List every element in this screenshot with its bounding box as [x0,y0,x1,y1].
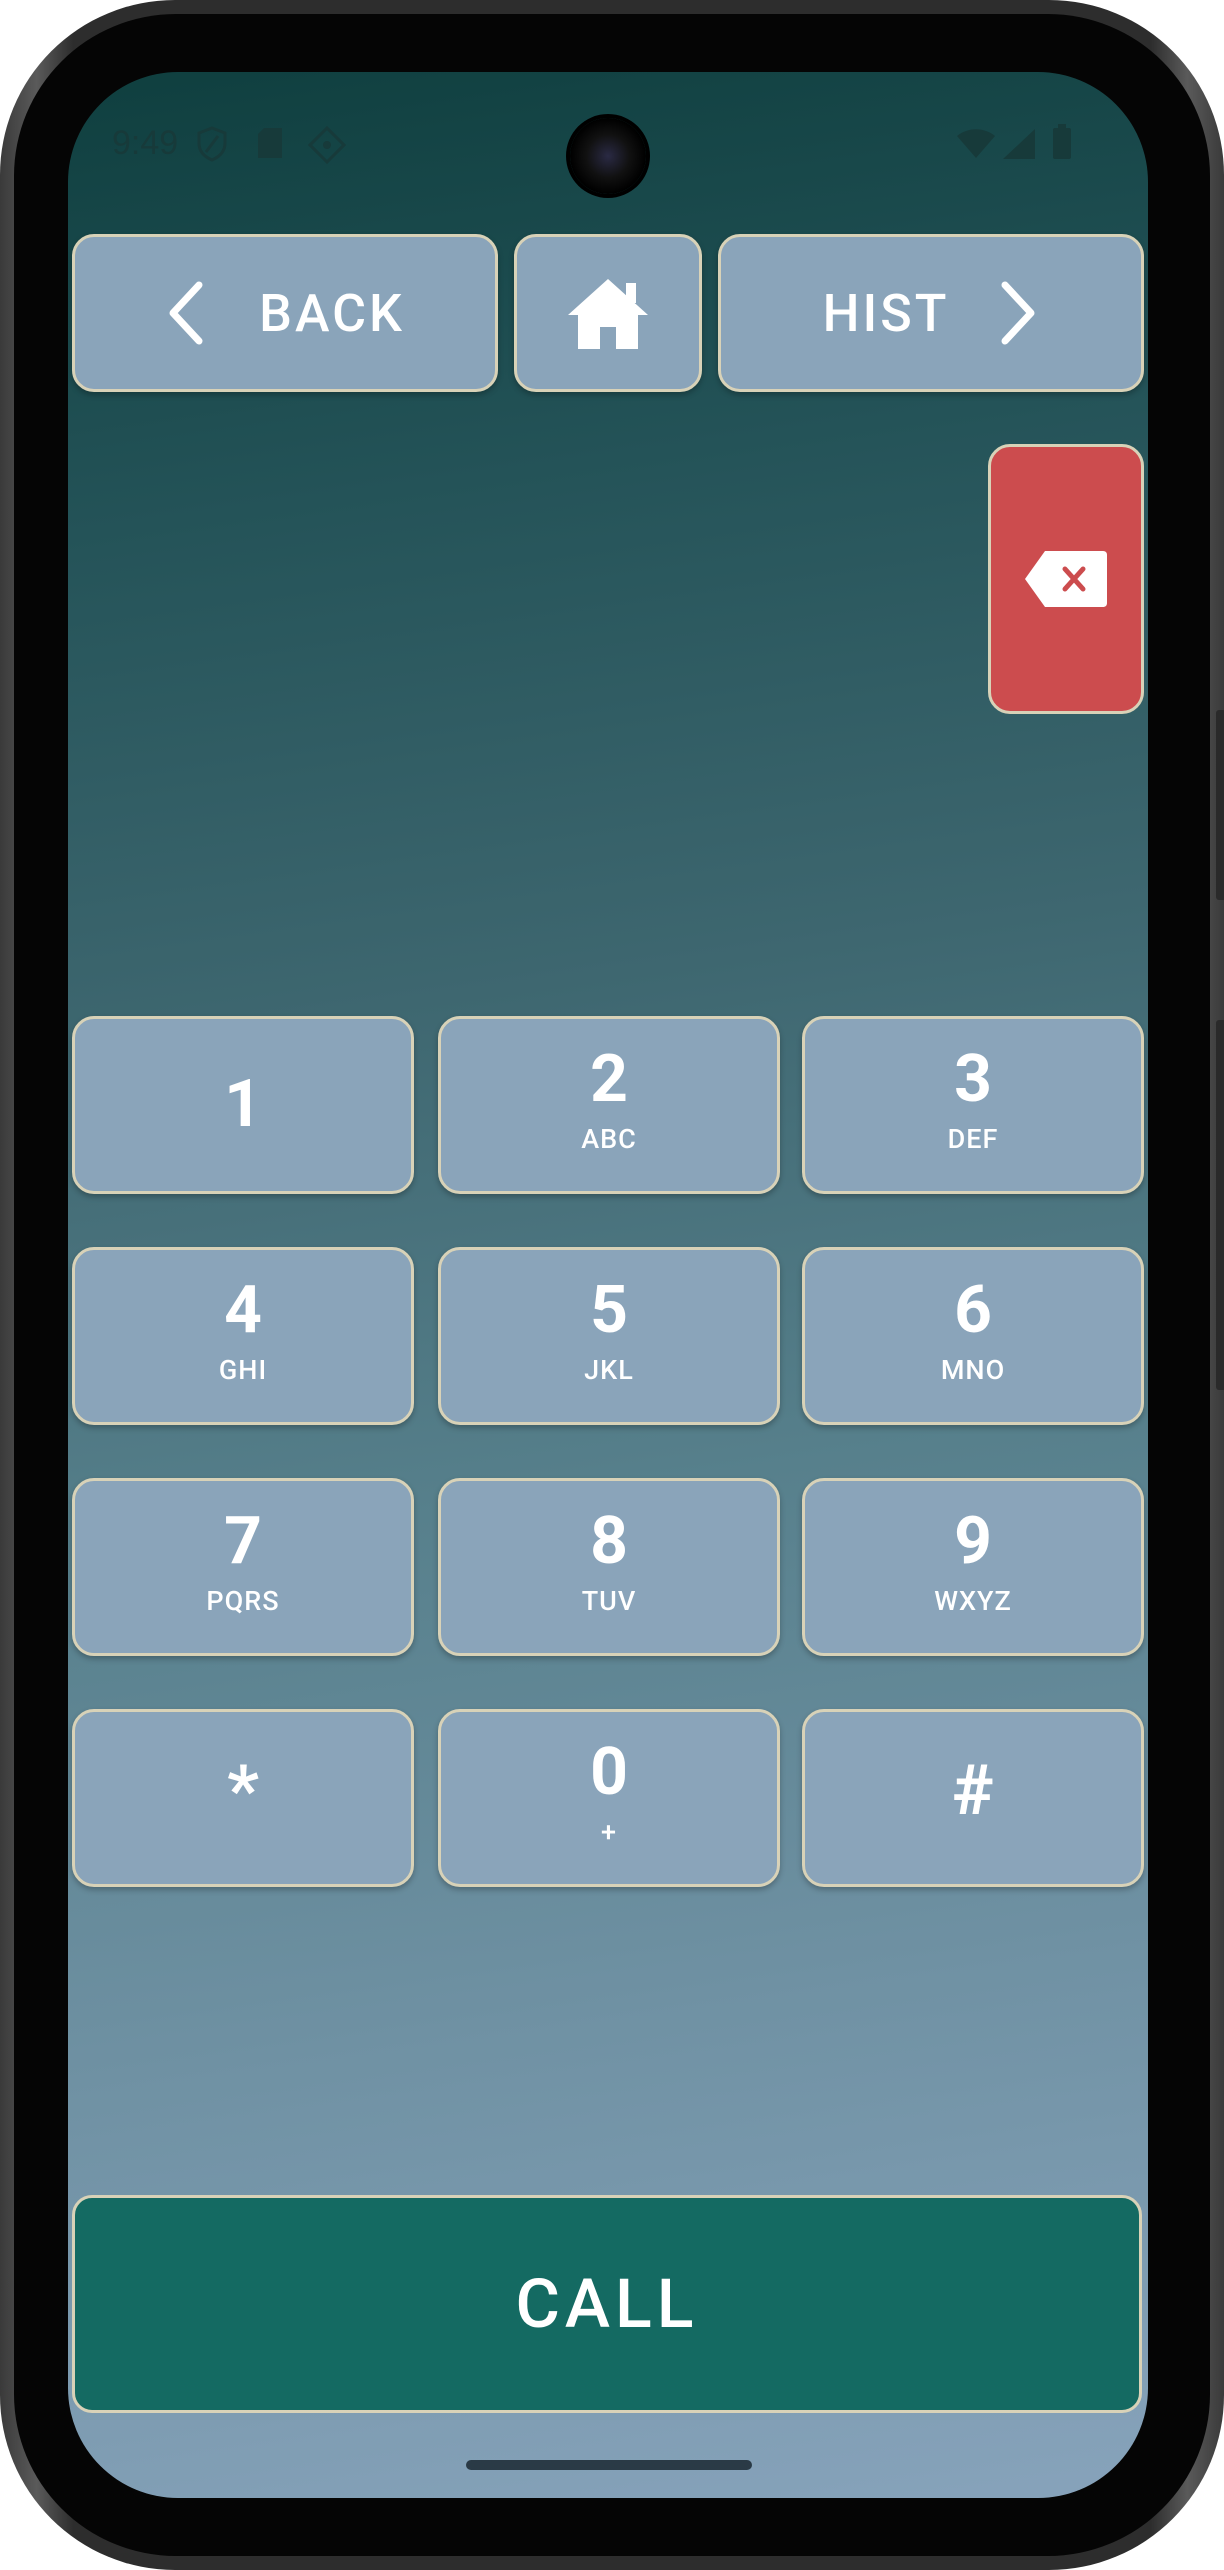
key-4[interactable]: 4 GHI [72,1247,414,1425]
key-letters: GHI [218,1354,268,1386]
key-digit: 7 [224,1503,262,1580]
wifi-icon [957,129,995,158]
key-digit: 1 [224,1066,262,1143]
key-letters: PQRS [206,1585,280,1617]
backspace-button[interactable] [988,444,1144,714]
key-letters: MNO [940,1354,1006,1386]
key-digit: * [227,1750,259,1832]
home-indicator[interactable] [466,2460,752,2470]
key-letters: ABC [581,1123,637,1155]
status-time: 9:49 [112,124,179,162]
shield-icon [197,126,227,162]
battery-icon [1053,124,1071,159]
key-digit: 9 [954,1503,992,1580]
key-9[interactable]: 9 WXYZ [802,1478,1144,1656]
sd-card-icon [258,128,282,158]
location-diamond-icon [308,126,346,164]
key-star[interactable]: * [72,1709,414,1887]
chevron-right-icon [1001,281,1035,345]
key-letters: WXYZ [934,1585,1012,1617]
home-icon [568,279,648,349]
number-display [88,444,968,714]
key-digit: 4 [224,1272,262,1349]
key-6[interactable]: 6 MNO [802,1247,1144,1425]
power-button [1216,1020,1224,1390]
back-label: BACK [259,282,405,344]
front-camera [570,118,646,194]
signal-icon [1003,129,1035,159]
key-letters: + [601,1816,617,1848]
key-7[interactable]: 7 PQRS [72,1478,414,1656]
back-button[interactable]: BACK [72,234,498,392]
key-5[interactable]: 5 JKL [438,1247,780,1425]
volume-button [1216,710,1224,900]
key-digit: 5 [590,1272,628,1349]
screen: 9:49 BACK HIST 1 2 ABC 3 DEF 4 GHI 5 JKL… [68,72,1148,2498]
key-digit: 2 [590,1041,628,1118]
key-digit: 0 [590,1734,628,1811]
status-bar: 9:49 [68,72,1148,212]
call-button[interactable]: CALL [72,2195,1142,2413]
home-button[interactable] [514,234,702,392]
key-0[interactable]: 0 + [438,1709,780,1887]
key-8[interactable]: 8 TUV [438,1478,780,1656]
key-digit: 8 [590,1503,628,1580]
backspace-icon [1025,551,1107,607]
key-3[interactable]: 3 DEF [802,1016,1144,1194]
hist-label: HIST [822,282,950,344]
phone-frame: 9:49 BACK HIST 1 2 ABC 3 DEF 4 GHI 5 JKL… [0,0,1224,2570]
key-digit: 6 [954,1272,992,1349]
key-letters: JKL [584,1354,634,1386]
key-digit: # [952,1750,994,1832]
key-hash[interactable]: # [802,1709,1144,1887]
key-1[interactable]: 1 [72,1016,414,1194]
key-2[interactable]: 2 ABC [438,1016,780,1194]
key-letters: TUV [581,1585,637,1617]
key-letters: DEF [947,1123,999,1155]
chevron-left-icon [169,281,203,345]
key-digit: 3 [954,1041,992,1118]
history-button[interactable]: HIST [718,234,1144,392]
